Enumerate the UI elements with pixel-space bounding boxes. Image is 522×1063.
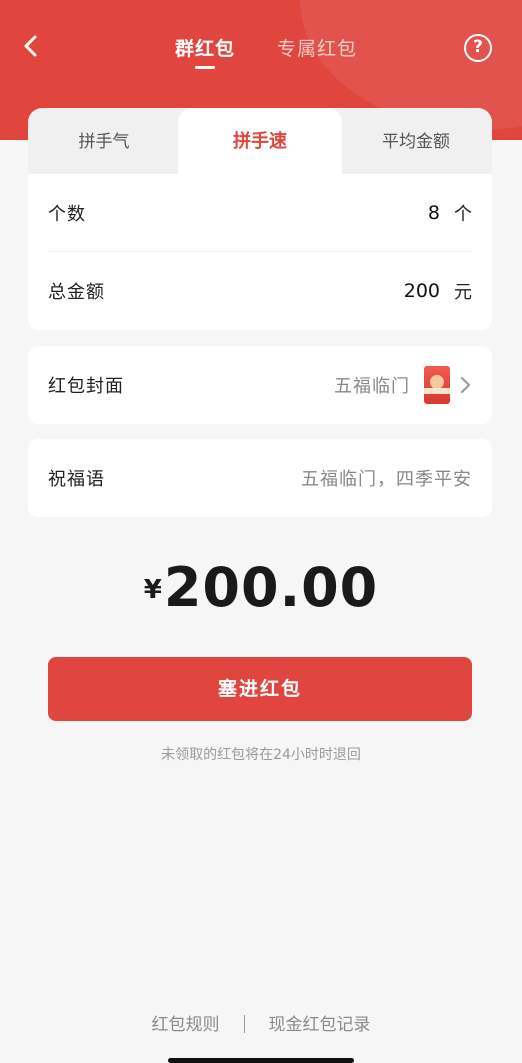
count-row[interactable]: 个数 8 个 bbox=[28, 174, 492, 252]
cover-value: 五福临门 bbox=[334, 376, 410, 397]
total-label: 总金额 bbox=[48, 282, 105, 303]
total-unit: 元 bbox=[454, 282, 472, 303]
count-label: 个数 bbox=[48, 204, 86, 225]
red-packet-page: 群红包 专属红包 ? 拼手气 拼手速 平均金额 个数 8 个 总金额 200 元 bbox=[0, 0, 522, 1063]
mode-tab-speed[interactable]: 拼手速 bbox=[178, 108, 342, 174]
blessing-row[interactable]: 祝福语 五福临门，四季平安 bbox=[28, 439, 492, 517]
help-icon[interactable]: ? bbox=[464, 34, 492, 62]
chevron-right-icon bbox=[461, 377, 470, 393]
blessing-input[interactable]: 五福临门，四季平安 bbox=[301, 465, 472, 491]
back-icon[interactable] bbox=[18, 32, 46, 60]
mode-tab-luck[interactable]: 拼手气 bbox=[28, 108, 180, 174]
amount-value: 200.00 bbox=[163, 556, 379, 619]
total-row[interactable]: 总金额 200 元 bbox=[28, 252, 492, 330]
mode-tabs: 拼手气 拼手速 平均金额 bbox=[28, 108, 492, 174]
footer-links: 红包规则 现金红包记录 bbox=[0, 1010, 522, 1035]
tab-group-red-packet-label: 群红包 bbox=[175, 38, 236, 60]
cover-thumbnail bbox=[424, 366, 450, 404]
cover-row[interactable]: 红包封面 五福临门 bbox=[28, 346, 492, 424]
tab-exclusive-red-packet[interactable]: 专属红包 bbox=[277, 34, 357, 61]
total-value[interactable]: 200 bbox=[404, 280, 440, 302]
records-link[interactable]: 现金红包记录 bbox=[269, 1015, 371, 1035]
count-unit: 个 bbox=[454, 204, 472, 225]
blessing-card[interactable]: 祝福语 五福临门，四季平安 bbox=[28, 439, 492, 517]
mode-tab-average[interactable]: 平均金额 bbox=[340, 108, 492, 174]
tab-group-red-packet[interactable]: 群红包 bbox=[175, 34, 236, 69]
footer-separator bbox=[243, 1015, 245, 1033]
home-indicator bbox=[168, 1058, 354, 1063]
active-tab-indicator bbox=[195, 66, 215, 69]
tab-exclusive-red-packet-label: 专属红包 bbox=[277, 38, 358, 60]
count-value[interactable]: 8 bbox=[428, 202, 440, 224]
blessing-label: 祝福语 bbox=[48, 469, 105, 490]
total-amount-display: ¥200.00 bbox=[0, 556, 522, 619]
submit-red-packet-button[interactable]: 塞进红包 bbox=[48, 657, 472, 721]
refund-hint: 未领取的红包将在24小时时退回 bbox=[161, 747, 361, 763]
cover-label: 红包封面 bbox=[48, 376, 124, 397]
cover-card[interactable]: 红包封面 五福临门 bbox=[28, 346, 492, 424]
amount-card: 个数 8 个 总金额 200 元 bbox=[28, 174, 492, 330]
currency-symbol: ¥ bbox=[143, 575, 162, 605]
rules-link[interactable]: 红包规则 bbox=[152, 1015, 220, 1035]
